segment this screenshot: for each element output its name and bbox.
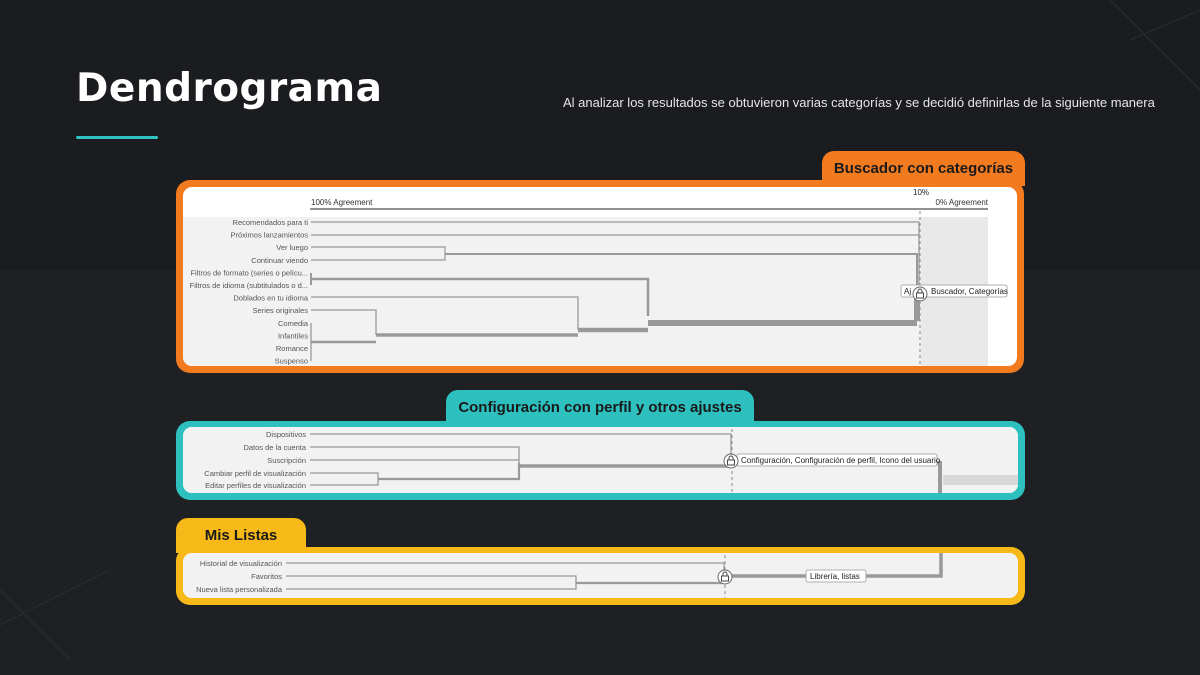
lock-icon[interactable] (912, 286, 928, 302)
dendrogram-configuracion: Dispositivos Datos de la cuenta Suscripc… (183, 427, 1018, 493)
leaf-label: Ver luego (276, 243, 308, 252)
page-subtitle: Al analizar los resultados se obtuvieron… (563, 95, 1155, 110)
leaf-label: Romance (276, 344, 308, 353)
leaf-label: Recomendados para ti (233, 218, 309, 227)
dendrogram-configuracion-svg: Dispositivos Datos de la cuenta Suscripc… (183, 427, 1018, 493)
leaf-label: Nueva lista personalizada (196, 585, 283, 594)
lock-icon[interactable] (717, 569, 733, 585)
leaf-label: Suscripción (267, 456, 306, 465)
panel-tab-configuracion: Configuración con perfil y otros ajustes (446, 390, 754, 425)
leaf-label: Favoritos (251, 572, 282, 581)
leaf-label: Dispositivos (266, 430, 306, 439)
leaf-label: Datos de la cuenta (243, 443, 306, 452)
cluster-label: Buscador, Categorías (931, 287, 1008, 296)
panel-tab-buscador: Buscador con categorías (822, 151, 1025, 186)
leaf-label: Series originales (253, 306, 309, 315)
dendrogram-mis-listas: Historial de visualización Favoritos Nue… (183, 553, 1018, 598)
cluster-label: Librería, listas (810, 572, 860, 581)
leaf-label: Suspenso (275, 357, 308, 366)
lock-icon[interactable] (723, 453, 739, 469)
leaf-label: Próximos lanzamientos (230, 231, 308, 240)
cluster-label: Configuración, Configuración de perfil, … (741, 456, 941, 465)
plot-shade (943, 475, 1018, 485)
cluster-label-prefix: Aj (904, 287, 911, 296)
leaf-label: Comedia (278, 319, 309, 328)
leaf-label: Continuar viendo (251, 256, 308, 265)
leaf-label: Editar perfiles de visualización (205, 481, 306, 490)
leaf-label: Filtros de idioma (subtitulados o d... (190, 281, 308, 290)
dendrogram-buscador-svg: 100% Agreement 0% Agreement 10% Recomend… (183, 188, 1008, 366)
axis-threshold-label: 10% (913, 188, 929, 197)
page-title: Dendrograma (76, 66, 383, 111)
title-underline (76, 136, 158, 139)
panel-tab-mis-listas: Mis Listas (176, 518, 306, 553)
leaf-label: Filtros de formato (series o pelícu... (190, 268, 308, 277)
axis-left-label: 100% Agreement (311, 198, 373, 207)
dendrogram-buscador: 100% Agreement 0% Agreement 10% Recomend… (183, 187, 1017, 366)
leaf-label: Cambiar perfil de visualización (204, 469, 306, 478)
dendrogram-mis-listas-svg: Historial de visualización Favoritos Nue… (183, 553, 1018, 598)
axis-right-label: 0% Agreement (936, 198, 989, 207)
leaf-label: Doblados en tu idioma (233, 294, 308, 303)
leaf-label: Historial de visualización (200, 559, 282, 568)
slide: Dendrograma Al analizar los resultados s… (0, 0, 1200, 675)
leaf-label: Infantiles (278, 331, 308, 340)
